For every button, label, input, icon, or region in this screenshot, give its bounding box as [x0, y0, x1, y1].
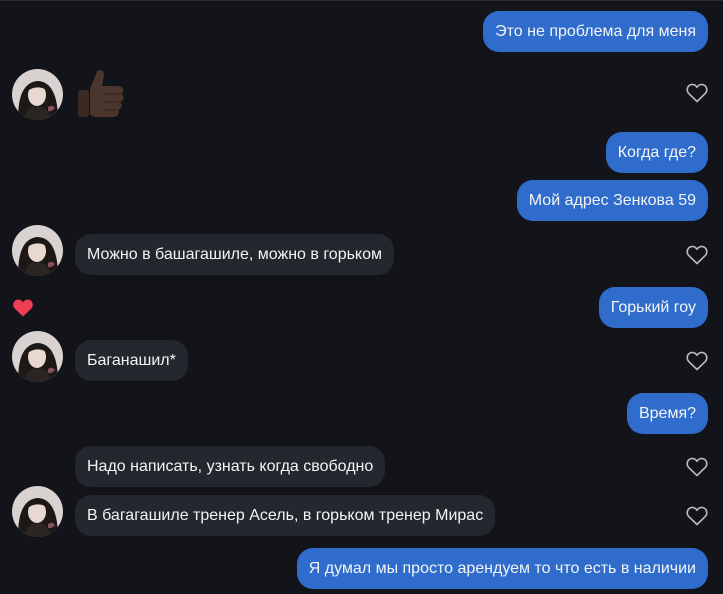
chat-thread[interactable]: Это не проблема для меня Когда где? Мой …	[0, 0, 723, 594]
contact-avatar[interactable]	[12, 225, 63, 276]
message-incoming[interactable]: Можно в башагашиле, можно в горьком	[75, 234, 395, 275]
thumbs-up-emoji[interactable]	[74, 64, 128, 120]
message-incoming[interactable]: Надо написать, узнать когда свободно	[75, 446, 386, 487]
like-icon[interactable]	[686, 83, 708, 103]
message-incoming[interactable]: В багагашиле тренер Асель, в горьком тре…	[75, 495, 496, 536]
contact-avatar[interactable]	[12, 331, 63, 382]
heart-reaction-icon[interactable]	[12, 298, 34, 318]
contact-avatar[interactable]	[12, 69, 63, 120]
like-icon[interactable]	[686, 506, 708, 526]
message-outgoing[interactable]: Я думал мы просто арендуем то что есть в…	[296, 548, 708, 589]
message-outgoing[interactable]: Время?	[626, 393, 708, 434]
message-outgoing[interactable]: Когда где?	[605, 132, 708, 173]
top-divider	[0, 0, 723, 1]
like-icon[interactable]	[686, 457, 708, 477]
like-icon[interactable]	[686, 351, 708, 371]
message-outgoing[interactable]: Это не проблема для меня	[483, 11, 708, 52]
like-icon[interactable]	[686, 245, 708, 265]
message-outgoing[interactable]: Мой адрес Зенкова 59	[516, 180, 708, 221]
contact-avatar[interactable]	[12, 486, 63, 537]
message-outgoing[interactable]: Горький гоу	[598, 287, 708, 328]
message-incoming[interactable]: Баганашил*	[75, 340, 188, 381]
